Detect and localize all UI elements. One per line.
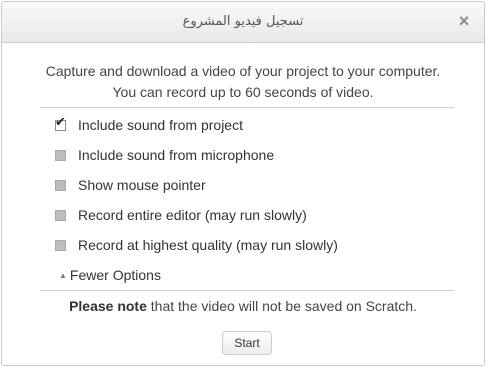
start-button[interactable]: Start (222, 331, 272, 355)
record-video-dialog: تسجيل فيديو المشروع × Capture and downlo… (1, 1, 485, 366)
fewer-options-toggle[interactable]: ▲ Fewer Options (59, 265, 161, 285)
checkbox[interactable] (55, 239, 66, 251)
checkbox-checked[interactable]: ✔ (55, 115, 66, 131)
option-label: Include sound from project (78, 117, 243, 133)
description-line-2: You can record up to 60 seconds of video… (112, 84, 374, 100)
option-show-mouse-pointer[interactable]: Show mouse pointer (55, 175, 206, 195)
close-icon[interactable]: × (454, 10, 474, 32)
divider (40, 290, 454, 291)
note-bold: Please note (69, 298, 147, 314)
description-line-1: Capture and download a video of your pro… (45, 63, 441, 79)
option-label: Include sound from microphone (78, 147, 275, 163)
option-label: Show mouse pointer (78, 177, 206, 193)
checkbox[interactable] (55, 209, 66, 221)
divider (40, 107, 454, 108)
option-label: Record at highest quality (may run slowl… (78, 237, 338, 253)
dialog-description: Capture and download a video of your pro… (2, 61, 484, 103)
dialog-title: تسجيل فيديو المشروع (182, 14, 304, 29)
option-highest-quality[interactable]: Record at highest quality (may run slowl… (55, 235, 338, 255)
note-text: that the video will not be saved on Scra… (146, 298, 417, 314)
checkbox[interactable] (55, 149, 66, 161)
option-sound-from-project[interactable]: ✔ Include sound from project (55, 115, 243, 135)
triangle-up-icon: ▲ (59, 270, 67, 280)
checkbox[interactable] (55, 179, 66, 191)
dialog-titlebar: تسجيل فيديو المشروع × (2, 2, 484, 43)
save-note: Please note that the video will not be s… (2, 298, 484, 314)
option-label: Record entire editor (may run slowly) (78, 207, 307, 223)
fewer-options-label: Fewer Options (69, 267, 161, 283)
option-record-entire-editor[interactable]: Record entire editor (may run slowly) (55, 205, 307, 225)
option-sound-from-microphone[interactable]: Include sound from microphone (55, 145, 274, 165)
